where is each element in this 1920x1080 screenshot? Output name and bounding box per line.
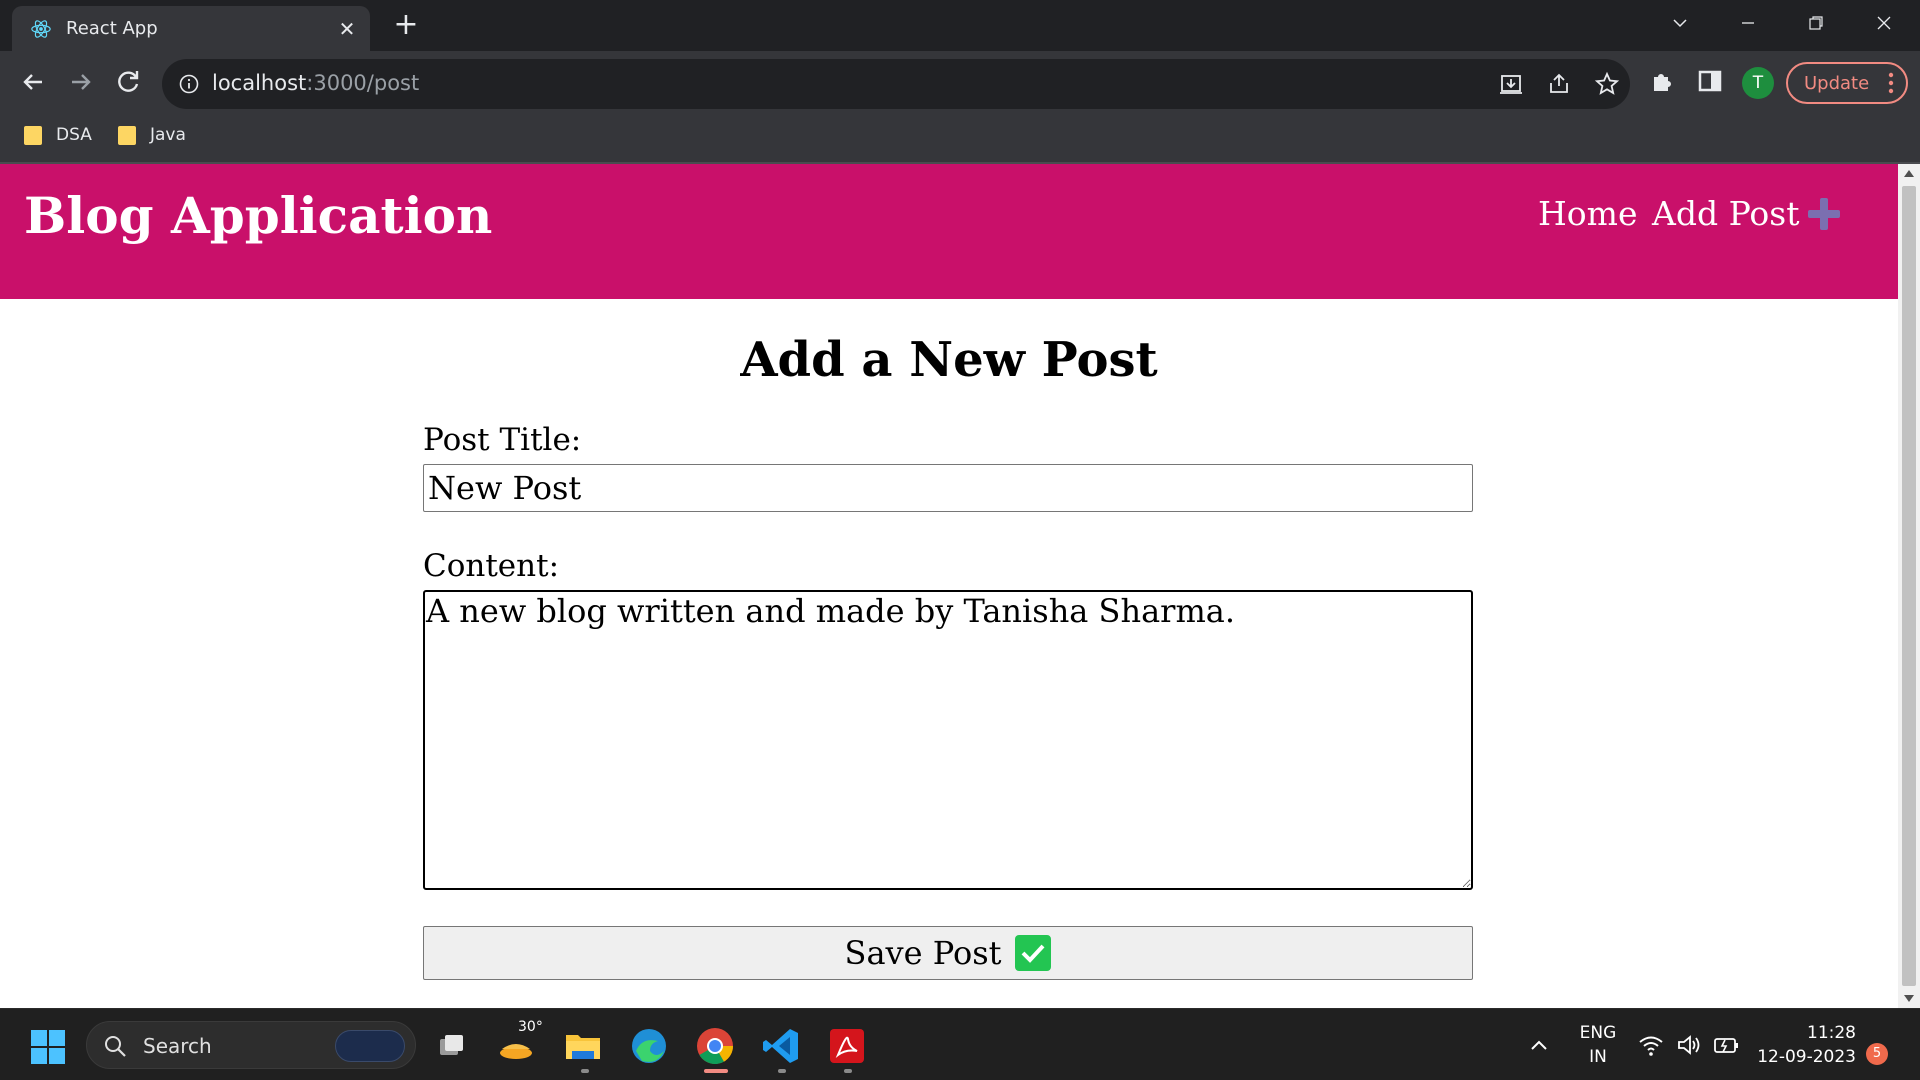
tab-title: React App xyxy=(66,18,158,39)
windows-start-icon[interactable] xyxy=(30,1029,66,1065)
restore-icon xyxy=(1809,16,1823,30)
update-button[interactable]: Update xyxy=(1786,62,1908,104)
star-icon[interactable] xyxy=(1594,71,1620,97)
page-title: Add a New Post xyxy=(740,332,1158,388)
taskbar-search[interactable]: Search xyxy=(86,1021,416,1069)
search-label: Search xyxy=(143,1034,212,1058)
post-title-input[interactable] xyxy=(423,464,1473,512)
address-bar[interactable]: localhost:3000/post xyxy=(162,59,1630,109)
check-mark-icon xyxy=(1015,935,1052,971)
scroll-thumb[interactable] xyxy=(1902,186,1916,986)
task-view-icon[interactable] xyxy=(430,1025,472,1067)
info-icon[interactable] xyxy=(178,73,200,95)
nav-link-add-post[interactable]: Add Post xyxy=(1652,194,1800,233)
content-label: Content: xyxy=(423,548,560,584)
acrobat-icon[interactable] xyxy=(826,1025,868,1067)
browser-titlebar: React App ✕ + xyxy=(0,0,1920,51)
chevron-down-icon xyxy=(1673,19,1687,28)
notification-badge[interactable]: 5 xyxy=(1866,1043,1888,1065)
new-tab-button[interactable]: + xyxy=(392,10,420,40)
app-brand[interactable]: Blog Application xyxy=(24,186,492,245)
share-icon[interactable] xyxy=(1546,71,1572,97)
folder-icon xyxy=(118,126,136,145)
url-host: localhost xyxy=(212,71,307,95)
plus-icon[interactable] xyxy=(1806,196,1842,232)
language-indicator[interactable]: ENG xyxy=(1578,1023,1618,1043)
folder-icon xyxy=(24,126,42,145)
search-icon xyxy=(105,1036,126,1057)
chevron-up-icon[interactable] xyxy=(1528,1035,1550,1055)
post-title-label: Post Title: xyxy=(423,422,582,458)
bookmark-dsa[interactable]: DSA xyxy=(24,122,92,148)
search-highlight-badge xyxy=(335,1030,405,1062)
close-icon xyxy=(1877,16,1891,30)
tab-close-icon[interactable]: ✕ xyxy=(336,18,358,40)
install-icon[interactable] xyxy=(1498,71,1524,97)
side-panel-icon[interactable] xyxy=(1696,67,1724,95)
save-post-label: Save Post xyxy=(844,934,1002,972)
volume-icon[interactable] xyxy=(1676,1033,1702,1057)
page-scrollbar[interactable] xyxy=(1898,164,1920,1008)
reload-icon xyxy=(118,71,139,92)
tab-search-button[interactable] xyxy=(1660,8,1700,38)
region-indicator[interactable]: IN xyxy=(1578,1047,1618,1067)
bookmark-java[interactable]: Java xyxy=(118,122,186,148)
update-label: Update xyxy=(1804,73,1870,94)
scroll-down-arrow[interactable] xyxy=(1904,995,1914,1002)
bookmark-label: Java xyxy=(150,125,186,145)
content-textarea[interactable]: A new blog written and made by Tanisha S… xyxy=(423,590,1473,890)
restore-button[interactable] xyxy=(1796,8,1836,38)
wifi-icon[interactable] xyxy=(1638,1033,1664,1057)
profile-avatar[interactable]: T xyxy=(1742,67,1774,99)
file-explorer-icon[interactable] xyxy=(562,1025,604,1067)
minimize-button[interactable] xyxy=(1728,8,1768,38)
kebab-menu-icon xyxy=(1888,72,1894,94)
battery-icon[interactable] xyxy=(1712,1033,1740,1057)
clock-time[interactable]: 11:28 xyxy=(1752,1023,1856,1043)
clock-date[interactable]: 12-09-2023 xyxy=(1752,1047,1856,1067)
arrow-right-icon xyxy=(72,74,91,90)
app-navbar: Blog Application Home Add Post xyxy=(0,164,1898,299)
forward-button[interactable] xyxy=(64,65,98,99)
nav-link-home[interactable]: Home xyxy=(1538,194,1637,233)
vscode-icon[interactable] xyxy=(760,1025,802,1067)
url-path: :3000/post xyxy=(306,71,420,95)
scroll-up-arrow[interactable] xyxy=(1904,170,1914,177)
app-active-indicator xyxy=(704,1069,728,1073)
save-post-button[interactable]: Save Post xyxy=(423,926,1473,980)
app-running-indicator xyxy=(778,1069,786,1073)
bookmark-label: DSA xyxy=(56,125,92,145)
url-text[interactable]: localhost:3000/post xyxy=(212,71,419,95)
app-running-indicator xyxy=(581,1069,589,1073)
windows-taskbar: Search 30° ENG IN 11:28 12-09-2023 5 xyxy=(0,1008,1920,1080)
react-logo-icon xyxy=(31,20,51,38)
minimize-icon xyxy=(1742,22,1754,24)
page-viewport: Blog Application Home Add Post Add a New… xyxy=(0,164,1898,1008)
edge-icon[interactable] xyxy=(628,1025,670,1067)
back-button[interactable] xyxy=(16,65,50,99)
extensions-icon[interactable] xyxy=(1648,67,1676,95)
browser-tab[interactable]: React App ✕ xyxy=(12,6,370,51)
browser-toolbar: localhost:3000/post T Update DSA Java xyxy=(0,51,1920,164)
app-running-indicator xyxy=(844,1069,852,1073)
reload-button[interactable] xyxy=(112,65,146,99)
arrow-left-icon xyxy=(23,74,42,90)
chrome-icon[interactable] xyxy=(694,1025,736,1067)
weather-temp: 30° xyxy=(518,1019,543,1035)
close-window-button[interactable] xyxy=(1864,8,1904,38)
